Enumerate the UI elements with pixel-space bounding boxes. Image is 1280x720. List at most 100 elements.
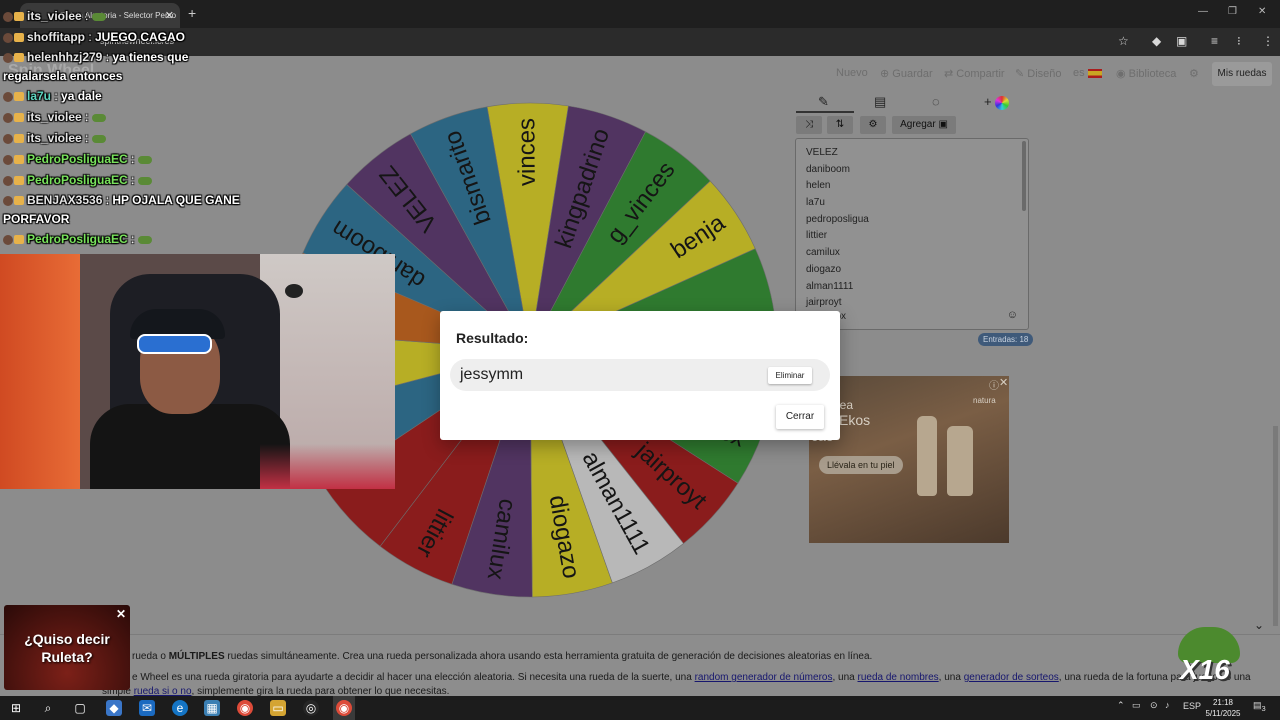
search-icon[interactable]: ⌕	[40, 700, 56, 716]
tray-chevron-icon[interactable]: ⌃	[1117, 700, 1125, 711]
link-number-generator[interactable]: random generador de números	[695, 672, 833, 683]
ad-info-icon[interactable]: ⓘ	[989, 377, 999, 392]
ruleta-close-icon[interactable]: ✕	[116, 607, 126, 621]
save-button[interactable]: ⊕ Guardar	[880, 67, 933, 80]
ad-bottle-image	[947, 426, 973, 496]
chat-username[interactable]: shoffitapp	[27, 30, 85, 44]
new-button[interactable]: Nuevo	[836, 67, 868, 79]
avatar-icon	[3, 11, 13, 22]
entries-scrollbar[interactable]	[1022, 141, 1026, 211]
page-description: rueda o MÚLTIPLES ruedas simultáneamente…	[0, 634, 1280, 697]
chat-username[interactable]: PedroPosliguaEC	[27, 232, 128, 246]
entry-item: jairproyt	[806, 297, 842, 309]
minimize-icon[interactable]: —	[1198, 6, 1208, 17]
ad-close-icon[interactable]: ✕	[999, 376, 1008, 389]
link-name-wheel[interactable]: rueda de nombres	[858, 672, 939, 683]
settings-gear-icon[interactable]: ⚙	[1189, 67, 1199, 80]
remove-button[interactable]: Eliminar	[768, 367, 812, 384]
network-icon[interactable]: ⊙	[1150, 700, 1158, 711]
chat-username[interactable]: PedroPosliguaEC	[27, 152, 128, 166]
link-raffle-generator[interactable]: generador de sorteos	[964, 672, 1059, 683]
window-close-icon[interactable]: ✕	[1258, 6, 1266, 17]
avatar-icon	[3, 133, 13, 144]
share-button[interactable]: ⇄ Compartir	[944, 67, 1005, 80]
chrome-active-icon[interactable]: ◉	[336, 700, 352, 716]
settings-button[interactable]: ⚙	[860, 116, 886, 134]
chevron-down-icon[interactable]: ⌄	[1254, 618, 1264, 632]
page-scrollbar[interactable]	[1273, 426, 1278, 626]
notification-icon[interactable]: ▤3	[1253, 700, 1266, 713]
frog-emote-icon	[91, 113, 106, 122]
language-indicator[interactable]: ESP	[1183, 701, 1201, 711]
avatar-icon	[3, 52, 13, 63]
emoji-icon[interactable]: ☺	[1007, 309, 1018, 321]
description-bold: MÚLTIPLES	[168, 651, 225, 662]
puzzle-icon[interactable]: ▣	[1176, 34, 1187, 48]
badge-icon	[14, 113, 24, 123]
wheel-segment-label: vinces	[513, 118, 541, 186]
chat-separator: :	[81, 110, 89, 124]
description-text: ruedas simultáneamente. Crea una rueda p…	[227, 651, 873, 662]
add-image-button[interactable]: Agregar ▣	[892, 116, 956, 134]
library-button[interactable]: ◉ Biblioteca	[1116, 67, 1176, 80]
entry-item: helen	[806, 180, 831, 192]
chat-username[interactable]: la7u	[27, 89, 51, 103]
add-wheel-icon[interactable]: +	[984, 94, 1010, 110]
my-wheels-button[interactable]: Mis ruedas	[1212, 62, 1272, 86]
obs-icon[interactable]: ◎	[303, 700, 319, 716]
entries-count-badge: Entradas: 18	[978, 333, 1034, 346]
extension-icon[interactable]: ◆	[1152, 34, 1161, 48]
chat-username[interactable]: its_violee	[27, 110, 82, 124]
design-button[interactable]: ✎ Diseño	[1015, 67, 1062, 80]
bookmark-star-icon[interactable]: ☆	[1118, 34, 1129, 48]
entry-item: VELEZ	[806, 147, 838, 158]
copilot-icon[interactable]: ◆	[106, 700, 122, 716]
language-selector[interactable]: es	[1073, 67, 1102, 79]
chat-message: shoffitapp : JUEGO CAGAO	[3, 27, 253, 48]
frog-emote-icon	[91, 12, 106, 21]
chat-username[interactable]: its_violee	[27, 131, 82, 145]
pencil-icon[interactable]: ✎	[818, 94, 829, 110]
clock-time: 21:18	[1212, 698, 1234, 707]
ad-brand: natura	[973, 396, 996, 405]
chrome-icon[interactable]: ◉	[237, 700, 253, 716]
hide-eye-icon[interactable]: ◌	[932, 94, 940, 109]
tab-search-icon[interactable]: ≡	[1211, 34, 1218, 48]
windows-start-icon[interactable]: ⊞	[8, 700, 24, 716]
outlook-icon[interactable]: ✉	[139, 700, 155, 716]
chat-message: la7u : ya dale	[3, 86, 253, 107]
multiplier-text: X16	[1180, 654, 1230, 685]
clock[interactable]: 21:18 5/11/2025	[1200, 697, 1246, 719]
badge-icon	[14, 176, 24, 186]
entries-textarea[interactable]: VELEZ daniboom helen la7u pedroposligua …	[795, 138, 1029, 330]
clock-date: 5/11/2025	[1205, 709, 1241, 718]
chat-username[interactable]: PedroPosliguaEC	[27, 173, 128, 187]
sort-button[interactable]: ⇅	[827, 116, 853, 134]
maximize-icon[interactable]: ❐	[1228, 6, 1237, 17]
chat-message: PedroPosliguaEC :	[3, 149, 253, 170]
avatar-icon	[3, 91, 13, 102]
edge-icon[interactable]: e	[172, 700, 188, 716]
profile-icon[interactable]: ⁝	[1237, 34, 1241, 48]
chat-text: ya dale	[57, 89, 102, 103]
chat-username[interactable]: its_violee	[27, 9, 82, 23]
badge-icon	[14, 235, 24, 245]
entry-item: alman1111	[806, 280, 854, 292]
task-view-icon[interactable]: ▢	[72, 700, 88, 716]
ad-cta-button[interactable]: Llévala en tu piel	[819, 456, 903, 474]
volume-icon[interactable]: ♪	[1165, 700, 1170, 710]
shuffle-button[interactable]: ⤨	[796, 116, 822, 134]
file-explorer-icon[interactable]: ▭	[270, 700, 286, 716]
close-button[interactable]: Cerrar	[776, 405, 824, 429]
badge-icon	[14, 196, 24, 206]
tray-display-icon[interactable]: ▭	[1132, 700, 1141, 711]
clipboard-icon[interactable]: ▤	[874, 94, 886, 110]
chat-username[interactable]: BENJAX3536	[27, 193, 102, 207]
result-title: Resultado:	[456, 330, 529, 346]
store-icon[interactable]: ▦	[204, 700, 220, 716]
chat-username[interactable]: helenhhzj279	[27, 50, 102, 64]
chat-text: JUEGO CAGAO	[91, 30, 186, 44]
menu-icon[interactable]: ⋮	[1262, 34, 1274, 48]
description-text: , una	[938, 672, 961, 683]
add-label: Agregar	[900, 119, 936, 130]
